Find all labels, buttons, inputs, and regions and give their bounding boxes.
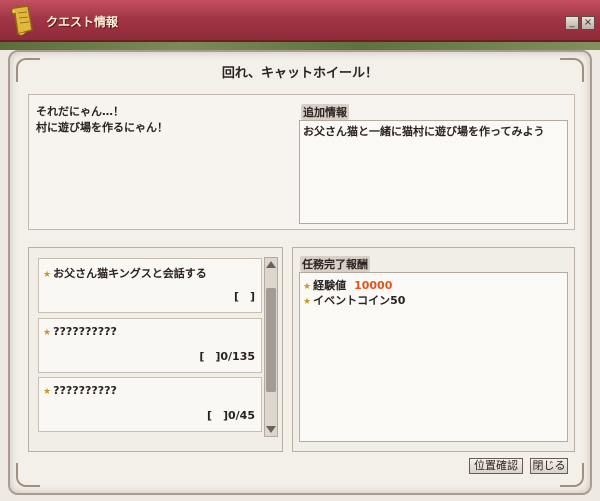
- star-icon: ★: [43, 328, 52, 338]
- position-confirm-button[interactable]: 位置確認: [469, 458, 523, 474]
- scroll-up-icon[interactable]: [266, 261, 276, 268]
- window-title: クエスト情報: [46, 15, 119, 29]
- star-icon: ★: [43, 387, 52, 397]
- task-progress: [ ]0/45: [206, 409, 255, 422]
- additional-info-text: お父さん猫と一緒に猫村に遊び場を作ってみよう: [303, 125, 545, 138]
- quest-name: 回れ、キャットホイール！: [221, 66, 379, 81]
- reward-item: ★ イベントコイン50: [303, 292, 405, 308]
- title-bar[interactable]: クエスト情報 _ ×: [0, 0, 600, 42]
- star-icon: ★: [43, 270, 52, 280]
- minimize-button[interactable]: _: [565, 16, 579, 30]
- task-progress: [ ]0/135: [199, 350, 255, 363]
- task-item[interactable]: ★?????????? [ ]0/135: [38, 318, 262, 373]
- reward-label: 任務完了報酬: [300, 256, 370, 272]
- task-list-scrollbar[interactable]: [264, 257, 278, 437]
- scrollbar-thumb[interactable]: [266, 288, 276, 392]
- scroll-down-icon[interactable]: [266, 426, 276, 433]
- reward-item: ★ 経験値 10000: [303, 277, 392, 293]
- star-icon: ★: [303, 297, 312, 307]
- task-item[interactable]: ★?????????? [ ]0/45: [38, 377, 262, 432]
- scroll-icon: [11, 5, 33, 36]
- task-title: ??????????: [53, 325, 117, 338]
- close-button[interactable]: 閉じる: [530, 458, 568, 474]
- star-icon: ★: [303, 282, 312, 292]
- quest-info-window: クエスト情報 _ × 回れ、キャットホイール！ それだにゃん…！ 村に遊び場を作…: [0, 0, 600, 501]
- task-title: お父さん猫キングスと会話する: [53, 267, 207, 280]
- task-title: ??????????: [53, 384, 117, 397]
- reward-name: 経験値: [313, 279, 347, 292]
- reward-name: イベントコイン50: [313, 294, 406, 307]
- additional-info-label: 追加情報: [301, 104, 349, 120]
- npc-dialog: それだにゃん…！ 村に遊び場を作るにゃん！: [36, 105, 168, 134]
- reward-value: 10000: [354, 279, 393, 292]
- corner-ornament: [16, 463, 40, 487]
- background-strip: [0, 42, 600, 50]
- task-item[interactable]: ★ お父さん猫キングスと会話する [ ]: [38, 258, 262, 313]
- close-window-button[interactable]: ×: [581, 16, 595, 30]
- task-progress: [ ]: [233, 290, 255, 303]
